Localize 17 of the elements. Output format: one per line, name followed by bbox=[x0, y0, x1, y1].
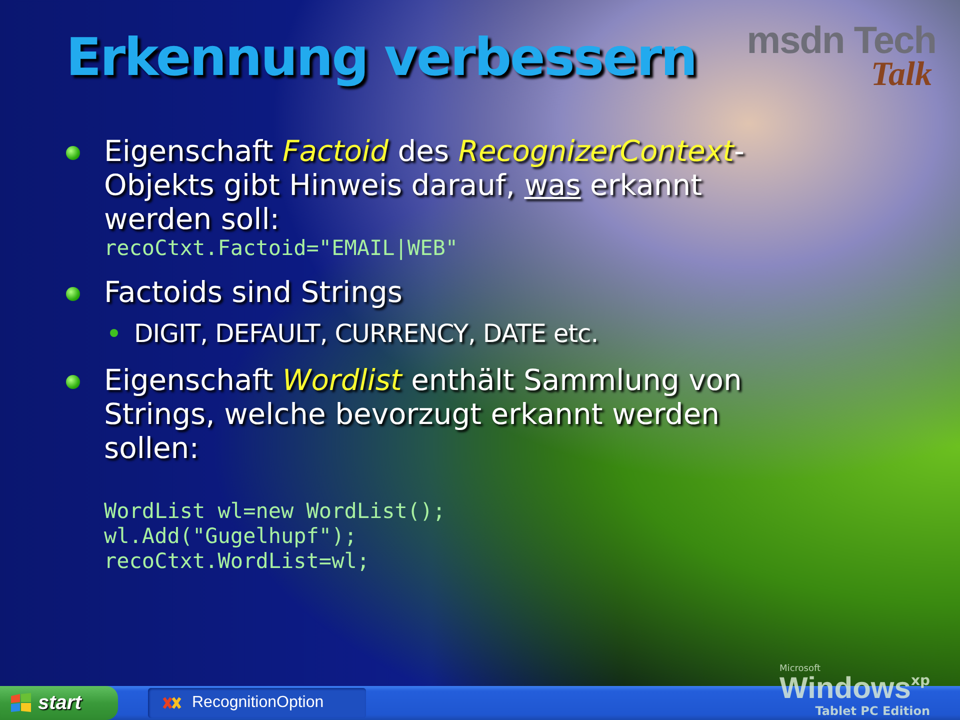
bullet-text: Eigenschaft Factoid des RecognizerContext-Objekts gibt Hinweis darauf, was erkannt werden soll: bbox=[104, 134, 746, 236]
bullet-text: Eigenschaft Wordlist enthält Sammlung von Strings, welche bevorzugt erkannt werden sollen: bbox=[104, 363, 743, 465]
code-line: wl.Add("Gugelhupf"); bbox=[104, 524, 357, 549]
bullet-icon bbox=[66, 146, 80, 160]
app-icon bbox=[162, 695, 182, 711]
taskbar-button[interactable]: RecognitionOption bbox=[148, 688, 366, 718]
bullet-icon bbox=[110, 329, 118, 337]
code-line: recoCtxt.Factoid="EMAIL|WEB" bbox=[104, 236, 458, 261]
logo: msdn Tech Talk bbox=[746, 22, 936, 90]
code-line: recoCtxt.WordList=wl; bbox=[104, 549, 370, 574]
bullet-icon bbox=[66, 287, 80, 301]
start-button[interactable]: start bbox=[0, 686, 118, 720]
sub-bullet-text: DIGIT, DEFAULT, CURRENCY, DATE etc. bbox=[134, 319, 598, 349]
bullet-text: Factoids sind Strings bbox=[104, 275, 404, 309]
windows-flag-icon bbox=[10, 693, 32, 713]
bullet-icon bbox=[66, 375, 80, 389]
code-line: WordList wl=new WordList(); bbox=[104, 499, 446, 524]
